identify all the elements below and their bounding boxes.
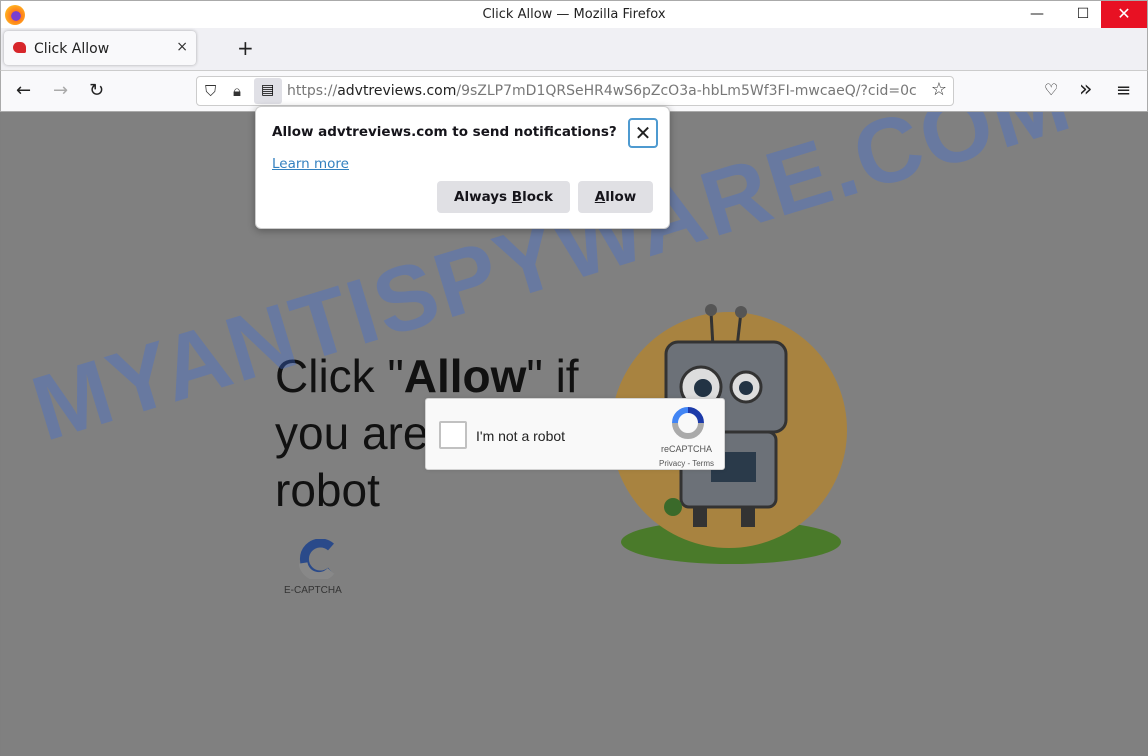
bookmark-star-icon[interactable]: ☆ [931, 79, 947, 100]
e-captcha-c-icon [298, 538, 335, 582]
notification-permission-icon[interactable]: ▤ [254, 78, 282, 104]
maximize-button[interactable]: ☐ [1065, 1, 1101, 29]
tab-close-icon[interactable]: × [176, 39, 188, 55]
new-tab-button[interactable]: + [237, 36, 254, 60]
minimize-button[interactable]: — [1019, 1, 1055, 29]
url-bar[interactable]: ⛉ 🔒︎ ▤ https://advtreviews.com/9sZLP7mD1… [196, 76, 954, 106]
lock-icon[interactable]: 🔒︎ [233, 82, 241, 100]
tab-click-allow[interactable]: Click Allow × [4, 31, 196, 65]
close-popup-button[interactable]: ✕ [628, 118, 658, 148]
privacy-terms-links[interactable]: Privacy - Terms [659, 459, 714, 468]
menu-icon[interactable]: ≡ [1116, 80, 1131, 101]
not-a-robot-checkbox[interactable] [439, 421, 467, 449]
reload-button[interactable]: ↻ [89, 80, 104, 101]
recaptcha-logo-icon [672, 407, 704, 439]
more-tools-icon[interactable]: » [1079, 77, 1092, 102]
notification-permission-popup: Allow advtreviews.com to send notificati… [255, 106, 670, 229]
tab-bar: Click Allow × + [0, 28, 1148, 70]
tab-label: Click Allow [34, 41, 110, 57]
permission-question: Allow advtreviews.com to send notificati… [272, 124, 617, 140]
title-bar: Click Allow — Mozilla Firefox — ☐ ✕ [0, 0, 1148, 29]
allow-button[interactable]: Allow [578, 181, 653, 213]
e-captcha-logo: E-CAPTCHA [284, 538, 342, 596]
back-button[interactable]: ← [16, 80, 31, 101]
recaptcha-brand: reCAPTCHA [660, 444, 712, 454]
learn-more-link[interactable]: Learn more [272, 156, 349, 172]
shield-icon[interactable]: ⛉ [205, 82, 216, 100]
recaptcha-widget: I'm not a robot reCAPTCHA Privacy - Term… [425, 398, 725, 470]
always-block-button[interactable]: Always Block [437, 181, 570, 213]
window-title: Click Allow — Mozilla Firefox [482, 7, 666, 22]
forward-button[interactable]: → [53, 80, 68, 101]
url-text[interactable]: https://advtreviews.com/9sZLP7mD1QRSeHR4… [287, 83, 923, 99]
pocket-icon[interactable]: ♡ [1044, 80, 1058, 99]
tab-favicon-icon [13, 42, 26, 53]
close-window-button[interactable]: ✕ [1101, 1, 1147, 29]
recaptcha-label: I'm not a robot [476, 428, 566, 444]
